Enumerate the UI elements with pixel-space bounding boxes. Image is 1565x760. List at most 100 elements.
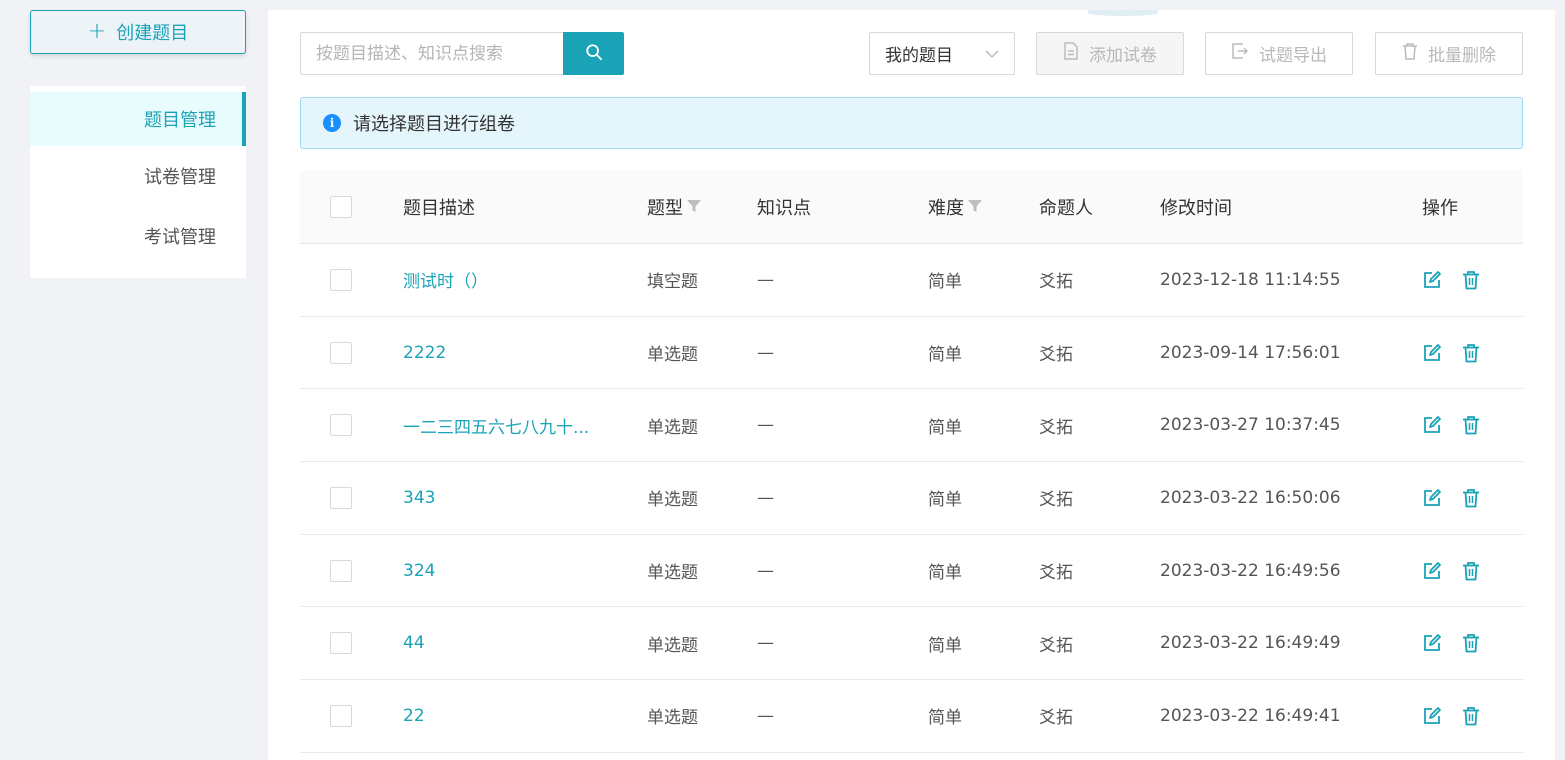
export-questions-label: 试题导出 — [1259, 46, 1327, 66]
sidebar-item-label: 考试管理 — [144, 227, 216, 248]
row-actions — [1422, 488, 1480, 508]
header-difficulty-label: 难度 — [928, 197, 964, 219]
question-modified-time: 2023-12-18 11:14:55 — [1160, 269, 1341, 290]
table-row: 测试时（） 填空题 — 简单 爻拓 2023-12-18 11:14:55 — [300, 244, 1523, 317]
question-author: 爻拓 — [1039, 272, 1073, 293]
add-to-paper-button[interactable]: 添加试卷 — [1036, 32, 1184, 75]
question-modified-time: 2023-03-22 16:50:06 — [1160, 487, 1341, 508]
row-actions — [1422, 706, 1480, 726]
create-question-button[interactable]: + 创建题目 — [30, 10, 246, 54]
edit-icon[interactable] — [1422, 561, 1442, 581]
trash-icon[interactable] — [1462, 343, 1480, 363]
row-checkbox[interactable] — [330, 414, 352, 437]
info-alert-text: 请选择题目进行组卷 — [353, 114, 515, 135]
question-modified-time: 2023-03-22 16:49:49 — [1160, 633, 1341, 654]
edit-icon[interactable] — [1422, 706, 1442, 726]
row-checkbox[interactable] — [330, 486, 352, 509]
sidebar-menu: 题目管理 试卷管理 考试管理 — [30, 86, 246, 278]
trash-icon[interactable] — [1462, 488, 1480, 508]
trash-icon[interactable] — [1462, 561, 1480, 581]
question-type: 单选题 — [647, 635, 698, 656]
question-knowledge: — — [757, 560, 774, 581]
question-author: 爻拓 — [1039, 563, 1073, 584]
question-description-link[interactable]: 44 — [403, 633, 425, 653]
header-type[interactable]: 题型 — [647, 194, 701, 220]
question-knowledge: — — [757, 415, 774, 436]
row-checkbox[interactable] — [330, 559, 352, 582]
question-difficulty: 简单 — [928, 708, 962, 729]
question-knowledge: — — [757, 633, 774, 654]
question-modified-time: 2023-03-22 16:49:56 — [1160, 560, 1341, 581]
question-table: 题目描述 题型 知识点 难度 命题人 修改时间 操作 测试时（） 填空题 — 简… — [300, 170, 1523, 753]
row-checkbox[interactable] — [330, 268, 352, 291]
question-difficulty: 简单 — [928, 272, 962, 293]
edit-icon[interactable] — [1422, 415, 1442, 435]
trash-icon[interactable] — [1462, 706, 1480, 726]
table-row: 343 单选题 — 简单 爻拓 2023-03-22 16:50:06 — [300, 462, 1523, 535]
row-actions — [1422, 343, 1480, 363]
question-scope-select[interactable]: 我的题目 — [869, 32, 1015, 75]
batch-delete-button[interactable]: 批量删除 — [1375, 32, 1523, 75]
filter-icon[interactable] — [687, 196, 701, 217]
question-type: 单选题 — [647, 708, 698, 729]
question-description-link[interactable]: 324 — [403, 561, 435, 581]
question-knowledge: — — [757, 269, 774, 290]
question-author: 爻拓 — [1039, 417, 1073, 438]
question-difficulty: 简单 — [928, 635, 962, 656]
table-row: 一二三四五六七八九十... 单选题 — 简单 爻拓 2023-03-27 10:… — [300, 389, 1523, 463]
header-operations: 操作 — [1422, 197, 1458, 219]
search-input[interactable] — [300, 32, 563, 75]
header-type-label: 题型 — [647, 197, 683, 219]
row-checkbox[interactable] — [330, 632, 352, 655]
edit-icon[interactable] — [1422, 633, 1442, 653]
export-questions-button[interactable]: 试题导出 — [1205, 32, 1353, 75]
question-knowledge: — — [757, 487, 774, 508]
question-description-link[interactable]: 一二三四五六七八九十... — [403, 413, 589, 438]
sidebar-item-question-management[interactable]: 题目管理 — [30, 92, 246, 146]
question-description-link[interactable]: 343 — [403, 488, 435, 508]
question-description-link[interactable]: 22 — [403, 706, 425, 726]
info-alert: i 请选择题目进行组卷 — [300, 97, 1523, 149]
question-type: 填空题 — [647, 272, 698, 293]
question-modified-time: 2023-09-14 17:56:01 — [1160, 342, 1341, 363]
question-modified-time: 2023-03-22 16:49:41 — [1160, 705, 1341, 726]
sidebar-item-paper-management[interactable]: 试卷管理 — [30, 146, 246, 206]
table-header: 题目描述 题型 知识点 难度 命题人 修改时间 操作 — [300, 170, 1523, 244]
question-difficulty: 简单 — [928, 345, 962, 366]
table-row: 2222 单选题 — 简单 爻拓 2023-09-14 17:56:01 — [300, 317, 1523, 390]
trash-icon[interactable] — [1462, 270, 1480, 290]
question-type: 单选题 — [647, 563, 698, 584]
question-description-link[interactable]: 测试时（） — [403, 267, 488, 292]
top-decoration — [1088, 10, 1158, 16]
trash-icon[interactable] — [1462, 415, 1480, 435]
chevron-down-icon — [985, 44, 999, 64]
row-checkbox[interactable] — [330, 341, 352, 364]
question-author: 爻拓 — [1039, 635, 1073, 656]
export-icon — [1231, 42, 1249, 65]
trash-icon[interactable] — [1462, 633, 1480, 653]
question-type: 单选题 — [647, 417, 698, 438]
search-icon — [585, 43, 603, 64]
main-panel: 我的题目 添加试卷 试题导出 批量删除 i 请选择题目进行组卷 题目描述 题型 — [268, 10, 1555, 760]
select-all-checkbox[interactable] — [330, 195, 352, 218]
filter-icon[interactable] — [968, 196, 982, 217]
row-actions — [1422, 270, 1480, 290]
row-actions — [1422, 561, 1480, 581]
sidebar-item-exam-management[interactable]: 考试管理 — [30, 206, 246, 266]
question-description-link[interactable]: 2222 — [403, 343, 446, 363]
plus-icon: + — [87, 19, 107, 44]
search-button[interactable] — [563, 32, 624, 75]
edit-icon[interactable] — [1422, 270, 1442, 290]
question-difficulty: 简单 — [928, 563, 962, 584]
edit-icon[interactable] — [1422, 343, 1442, 363]
header-author: 命题人 — [1039, 197, 1093, 219]
question-author: 爻拓 — [1039, 490, 1073, 511]
row-checkbox[interactable] — [330, 704, 352, 727]
row-actions — [1422, 415, 1480, 435]
edit-icon[interactable] — [1422, 488, 1442, 508]
header-difficulty[interactable]: 难度 — [928, 194, 982, 220]
question-modified-time: 2023-03-27 10:37:45 — [1160, 415, 1341, 436]
table-row: 324 单选题 — 简单 爻拓 2023-03-22 16:49:56 — [300, 535, 1523, 608]
question-difficulty: 简单 — [928, 417, 962, 438]
table-row: 44 单选题 — 简单 爻拓 2023-03-22 16:49:49 — [300, 607, 1523, 681]
